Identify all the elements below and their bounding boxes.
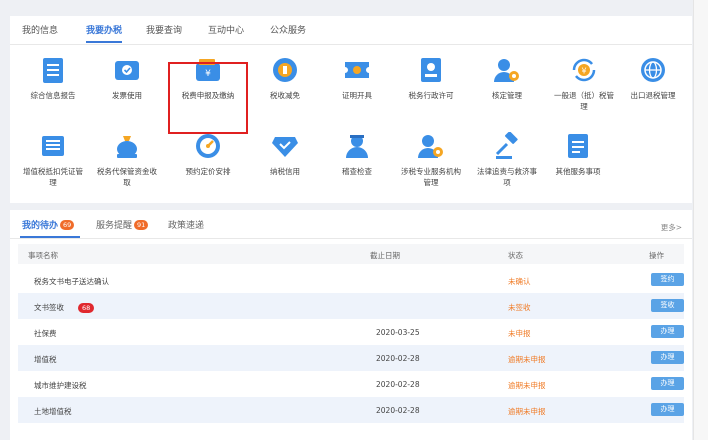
page-scrollbar[interactable] xyxy=(693,0,708,440)
service-inspection[interactable]: 稽查检查 xyxy=(325,131,389,177)
col-status: 状态 xyxy=(508,251,523,260)
service-certificate-issue[interactable]: 证明开具 xyxy=(325,55,389,101)
active-tab-indicator xyxy=(86,41,122,43)
id-card-icon xyxy=(416,55,446,85)
service-legal-remedy[interactable]: 法律追责与救济事项 xyxy=(475,131,539,188)
highlight-box xyxy=(168,62,248,134)
service-label: 税务代保管资金收取 xyxy=(97,167,157,187)
tab-service-reminder[interactable]: 服务提醒 91 xyxy=(96,218,149,231)
table-row: 税务文书电子送达确认 未确认 签约 xyxy=(18,267,684,293)
service-label: 一般退（抵）税管理 xyxy=(554,91,614,111)
money-bag-icon xyxy=(112,131,142,161)
reminder-count-badge: 91 xyxy=(134,220,149,230)
active-tab-indicator xyxy=(20,236,80,238)
service-label: 稽查检查 xyxy=(342,167,372,176)
tab-query[interactable]: 我要查询 xyxy=(146,23,182,36)
status-text: 未申报 xyxy=(508,329,531,338)
service-label: 核定管理 xyxy=(492,91,522,100)
service-general-report[interactable]: 综合信息报告 xyxy=(21,55,85,101)
service-verification-mgmt[interactable]: 核定管理 xyxy=(475,55,539,101)
status-text: 未确认 xyxy=(508,277,531,286)
table-row: 增值税 2020-02-28 逾期未申报 办理 xyxy=(18,345,684,371)
todo-panel: 我的待办 69 服务提醒 91 政策速递 更多> 事项名称 截止日期 状态 操作 税… xyxy=(10,210,692,440)
user-gear-icon xyxy=(492,55,522,85)
col-deadline: 截止日期 xyxy=(370,251,400,260)
svg-text:¥: ¥ xyxy=(581,67,586,76)
status-text: 逾期未申报 xyxy=(508,355,546,364)
status-text: 逾期未申报 xyxy=(508,381,546,390)
unread-count-badge: 68 xyxy=(78,303,95,313)
user-gear-icon xyxy=(416,131,446,161)
tab-interaction[interactable]: 互动中心 xyxy=(208,23,244,36)
inspector-icon xyxy=(342,131,372,161)
service-admin-license[interactable]: 税务行政许可 xyxy=(399,55,463,101)
service-label: 其他服务事项 xyxy=(555,167,601,176)
handle-button[interactable]: 办理 xyxy=(651,351,684,364)
col-action: 操作 xyxy=(649,251,664,260)
service-label: 税务行政许可 xyxy=(408,91,454,100)
table-row: 文书签收 68 未签收 签收 xyxy=(18,293,684,319)
handle-button[interactable]: 办理 xyxy=(651,377,684,390)
service-label: 增值税抵扣凭证管理 xyxy=(23,167,83,187)
service-label: 税收减免 xyxy=(270,91,300,100)
tab-my-todo[interactable]: 我的待办 69 xyxy=(22,218,75,231)
status-text: 逾期未申报 xyxy=(508,407,546,416)
service-label: 预约定价安排 xyxy=(185,167,231,176)
sign-contract-button[interactable]: 签约 xyxy=(651,273,684,286)
col-item-name: 事项名称 xyxy=(28,251,58,260)
service-label: 证明开具 xyxy=(342,91,372,100)
diamond-check-icon xyxy=(270,131,300,161)
todo-count-badge: 69 xyxy=(60,220,75,230)
list-doc-icon xyxy=(563,131,593,161)
gauge-icon xyxy=(193,131,223,161)
tab-my-info[interactable]: 我的信息 xyxy=(22,23,58,36)
service-tax-credit[interactable]: 纳税信用 xyxy=(253,131,317,177)
globe-icon xyxy=(638,55,668,85)
ledger-icon xyxy=(38,131,68,161)
gavel-icon xyxy=(492,131,522,161)
service-professional-agency[interactable]: 涉税专业服务机构管理 xyxy=(399,131,463,188)
service-export-refund[interactable]: 出口退税管理 xyxy=(621,55,685,101)
service-vat-deduction[interactable]: 增值税抵扣凭证管理 xyxy=(21,131,85,188)
invoice-icon xyxy=(112,55,142,85)
service-advance-pricing[interactable]: 预约定价安排 xyxy=(176,131,240,177)
table-row: 城市维护建设税 2020-02-28 逾期未申报 办理 xyxy=(18,371,684,397)
service-invoice[interactable]: 发票使用 xyxy=(95,55,159,101)
handle-button[interactable]: 办理 xyxy=(651,403,684,416)
service-panel: 我的信息 我要办税 我要查询 互动中心 公众服务 综合信息报告 发票使用 ¥ 税… xyxy=(10,16,692,203)
service-label: 发票使用 xyxy=(112,91,142,100)
table-header: 事项名称 截止日期 状态 操作 xyxy=(18,244,684,264)
service-general-refund[interactable]: ¥ 一般退（抵）税管理 xyxy=(552,55,616,112)
todo-tab-bar: 我的待办 69 服务提醒 91 政策速递 更多> xyxy=(10,210,692,239)
service-custody-funds[interactable]: 税务代保管资金收取 xyxy=(95,131,159,188)
service-tax-reduction[interactable]: 税收减免 xyxy=(253,55,317,101)
service-label: 法律追责与救济事项 xyxy=(477,167,537,187)
service-label: 综合信息报告 xyxy=(30,91,76,100)
handle-button[interactable]: 办理 xyxy=(651,325,684,338)
tab-public-service[interactable]: 公众服务 xyxy=(270,23,306,36)
receive-button[interactable]: 签收 xyxy=(651,299,684,312)
service-other[interactable]: 其他服务事项 xyxy=(546,131,610,177)
more-link[interactable]: 更多> xyxy=(661,222,682,233)
ticket-icon xyxy=(342,55,372,85)
table-row: 土地增值税 2020-02-28 逾期未申报 办理 xyxy=(18,397,684,423)
table-row: 社保费 2020-03-25 未申报 办理 xyxy=(18,319,684,345)
service-label: 涉税专业服务机构管理 xyxy=(401,167,461,187)
report-doc-icon xyxy=(38,55,68,85)
coin-icon xyxy=(270,55,300,85)
top-tab-bar: 我的信息 我要办税 我要查询 互动中心 公众服务 xyxy=(10,16,692,45)
tab-policy-news[interactable]: 政策速递 xyxy=(168,218,204,231)
service-label: 出口退税管理 xyxy=(630,91,676,100)
tab-tax-handling[interactable]: 我要办税 xyxy=(86,23,122,36)
refund-cycle-icon: ¥ xyxy=(569,55,599,85)
service-label: 纳税信用 xyxy=(270,167,300,176)
status-text: 未签收 xyxy=(508,303,531,312)
